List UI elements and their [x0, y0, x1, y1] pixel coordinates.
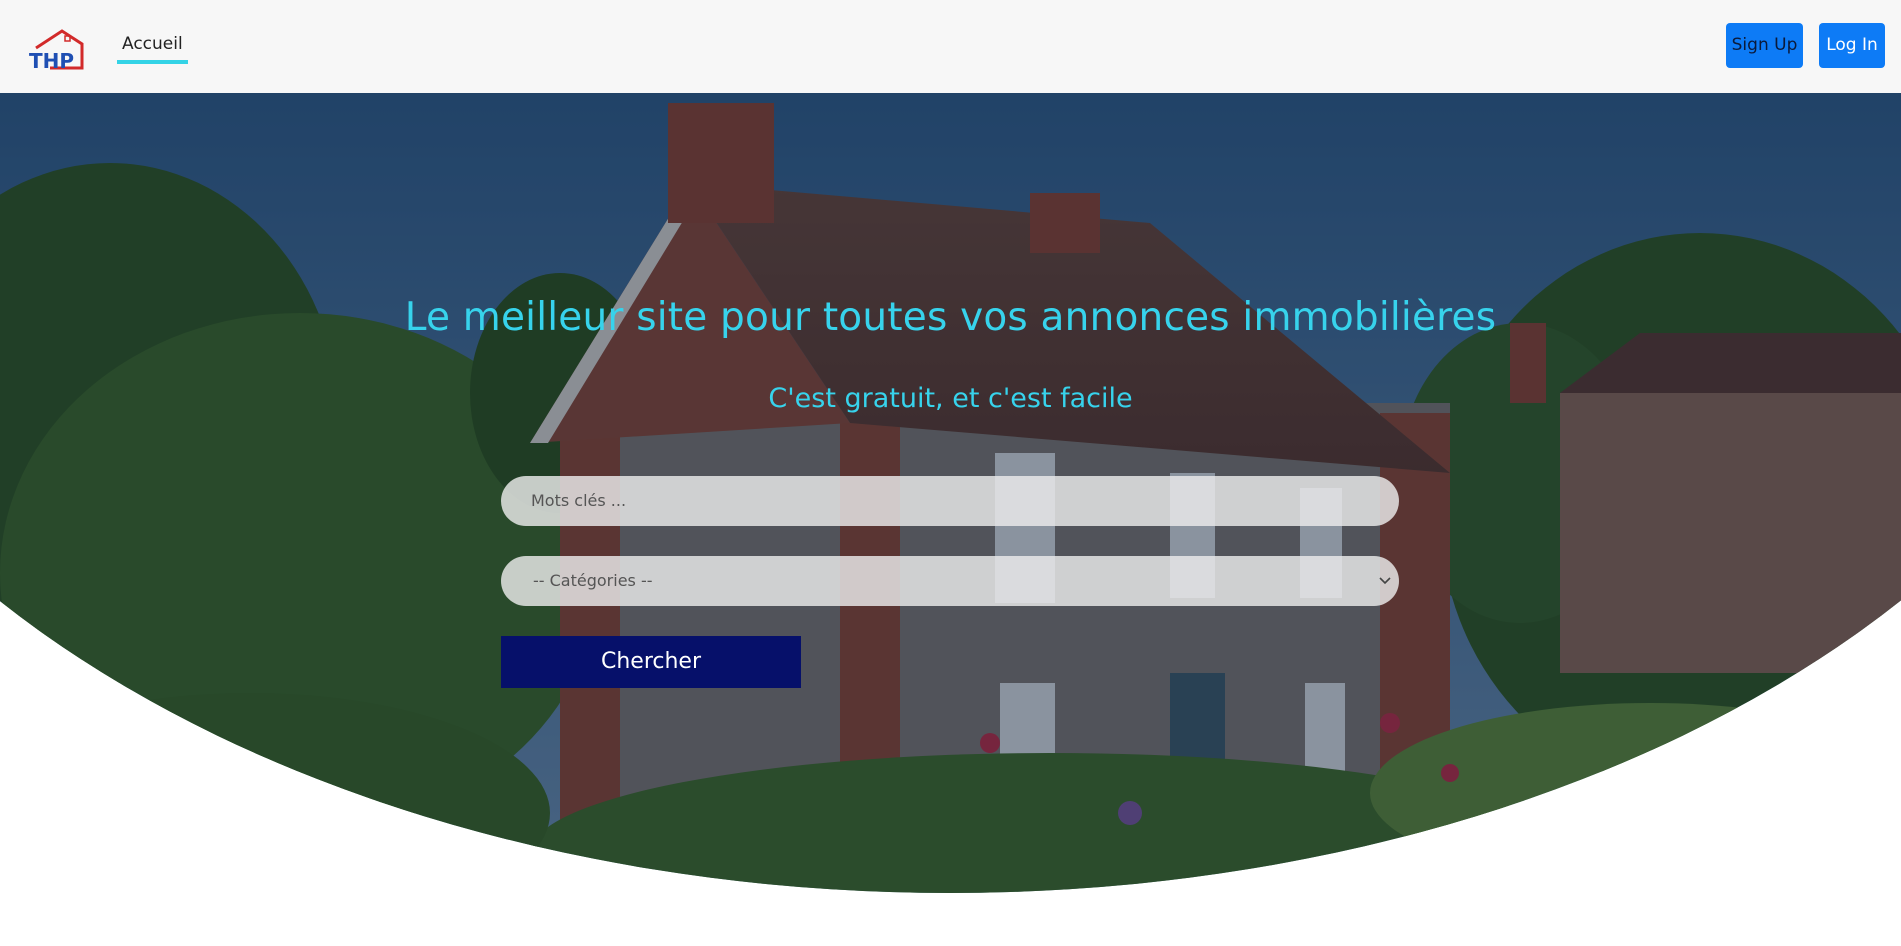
- house-logo-icon[interactable]: THP: [28, 28, 84, 70]
- keywords-search-input[interactable]: Mots clés ...: [501, 476, 1399, 526]
- categories-selected-value: -- Catégories --: [533, 571, 653, 590]
- hero-subheadline: C'est gratuit, et c'est facile: [768, 383, 1133, 414]
- hero-headline: Le meilleur site pour toutes vos annonce…: [404, 295, 1497, 340]
- hero-section: Le meilleur site pour toutes vos annonce…: [0, 93, 1901, 893]
- keywords-placeholder: Mots clés ...: [531, 491, 627, 510]
- categories-select[interactable]: -- Catégories --: [501, 556, 1399, 606]
- nav-item-accueil[interactable]: Accueil: [117, 30, 188, 64]
- log-in-button[interactable]: Log In: [1819, 23, 1885, 68]
- navbar: THP Accueil Sign Up Log In: [0, 0, 1901, 93]
- chevron-down-icon: [1379, 577, 1391, 585]
- search-button[interactable]: Chercher: [501, 636, 801, 688]
- logo-text: THP: [29, 49, 74, 70]
- sign-up-button[interactable]: Sign Up: [1726, 23, 1803, 68]
